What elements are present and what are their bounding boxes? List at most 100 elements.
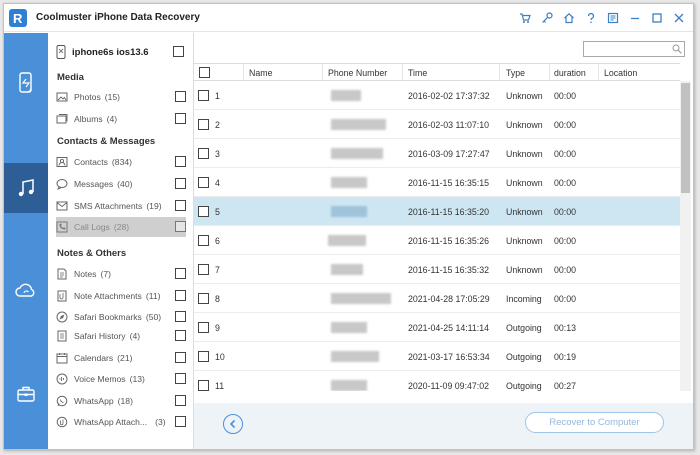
recover-to-computer-button[interactable]: Recover to Computer	[525, 412, 664, 433]
column-name[interactable]: Name	[249, 68, 272, 78]
table-row[interactable]: 4 2016-11-15 16:35:15 Unknown 00:00	[194, 168, 680, 197]
bottom-bar: Recover to Computer	[194, 403, 693, 449]
albums-icon	[56, 113, 68, 125]
table-row[interactable]: 6 2016-11-15 16:35:26 Unknown 00:00	[194, 226, 680, 255]
sidebar-item-notes[interactable]: Notes (7)	[56, 264, 186, 284]
help-icon[interactable]	[583, 10, 599, 26]
column-location[interactable]: Location	[604, 68, 637, 78]
close-icon[interactable]	[671, 10, 687, 26]
sidebar-item-albums[interactable]: Albums (4)	[56, 109, 186, 129]
row-checkbox[interactable]	[198, 206, 209, 217]
sidebar-item-call-logs[interactable]: Call Logs (28)	[56, 217, 186, 237]
call-log-table: 1 2016-02-02 17:37:32 Unknown 00:00 2 20…	[194, 81, 680, 391]
messages-checkbox[interactable]	[175, 178, 186, 189]
search-input[interactable]	[583, 41, 685, 57]
section-title-media: Media	[57, 72, 84, 83]
table-row[interactable]: 11 2020-11-09 09:47:02 Outgoing 00:27	[194, 371, 680, 391]
calendars-icon	[56, 352, 68, 364]
contacts-icon	[56, 156, 68, 168]
chevron-left-icon	[229, 419, 236, 429]
table-row[interactable]: 8 2021-04-28 17:05:29 Incoming 00:00	[194, 284, 680, 313]
device-header[interactable]: iphone6s ios13.6	[56, 43, 188, 61]
column-time[interactable]: Time	[408, 68, 427, 78]
call-logs-checkbox[interactable]	[175, 221, 186, 232]
table-scrollbar[interactable]	[680, 81, 691, 391]
voice-memos-checkbox[interactable]	[175, 373, 186, 384]
table-row-selected[interactable]: 5 2016-11-15 16:35:20 Unknown 00:00	[194, 197, 680, 226]
whatsapp-attachments-checkbox[interactable]	[175, 416, 186, 427]
redacted-phone-number	[331, 177, 367, 188]
sidebar-item-calendars[interactable]: Calendars (21)	[56, 348, 186, 368]
column-phone-number[interactable]: Phone Number	[328, 68, 387, 78]
voice-memos-icon	[56, 373, 68, 385]
whatsapp-checkbox[interactable]	[175, 395, 186, 406]
row-checkbox[interactable]	[198, 351, 209, 362]
contacts-checkbox[interactable]	[175, 156, 186, 167]
sidebar-item-messages[interactable]: Messages (40)	[56, 174, 186, 194]
toolbox-icon[interactable]	[4, 369, 48, 419]
row-checkbox[interactable]	[198, 380, 209, 391]
redacted-phone-number	[331, 206, 367, 217]
notes-icon	[56, 268, 68, 280]
left-navigation	[4, 33, 48, 449]
sidebar-item-safari-bookmarks[interactable]: Safari Bookmarks (50)	[56, 307, 186, 327]
music-itunes-icon[interactable]	[4, 163, 48, 213]
sidebar-item-voice-memos[interactable]: Voice Memos (13)	[56, 369, 186, 389]
select-all-checkbox[interactable]	[199, 67, 210, 78]
table-row[interactable]: 3 2016-03-09 17:27:47 Unknown 00:00	[194, 139, 680, 168]
home-icon[interactable]	[561, 10, 577, 26]
sidebar-item-contacts[interactable]: Contacts (834)	[56, 152, 186, 172]
section-title-contacts-messages: Contacts & Messages	[57, 136, 156, 147]
search-icon	[672, 44, 682, 54]
column-type[interactable]: Type	[506, 68, 525, 78]
note-attachments-checkbox[interactable]	[175, 290, 186, 301]
table-row[interactable]: 9 2021-04-25 14:11:14 Outgoing 00:13	[194, 313, 680, 342]
safari-history-checkbox[interactable]	[175, 330, 186, 341]
table-row[interactable]: 10 2021-03-17 16:53:34 Outgoing 00:19	[194, 342, 680, 371]
row-checkbox[interactable]	[198, 264, 209, 275]
scrollbar-thumb[interactable]	[681, 83, 690, 193]
row-checkbox[interactable]	[198, 90, 209, 101]
main-panel: Name Phone Number Time Type duration Loc…	[194, 33, 693, 449]
redacted-phone-number	[331, 119, 386, 130]
sms-attachments-checkbox[interactable]	[175, 200, 186, 211]
redacted-phone-number	[331, 322, 367, 333]
sidebar-item-whatsapp-attachments[interactable]: WhatsApp Attach... (3)	[56, 412, 186, 432]
category-sidebar: iphone6s ios13.6 Media Photos (15) Album…	[48, 33, 194, 449]
device-checkbox[interactable]	[173, 46, 184, 57]
sidebar-item-whatsapp[interactable]: WhatsApp (18)	[56, 391, 186, 411]
column-duration[interactable]: duration	[554, 68, 586, 78]
back-button[interactable]	[223, 414, 243, 434]
photos-checkbox[interactable]	[175, 91, 186, 102]
cart-icon[interactable]	[517, 10, 533, 26]
sidebar-item-photos[interactable]: Photos (15)	[56, 87, 186, 107]
row-checkbox[interactable]	[198, 119, 209, 130]
key-icon[interactable]	[539, 10, 555, 26]
maximize-icon[interactable]	[649, 10, 665, 26]
calendars-checkbox[interactable]	[175, 352, 186, 363]
albums-checkbox[interactable]	[175, 113, 186, 124]
sidebar-item-note-attachments[interactable]: Note Attachments (11)	[56, 286, 186, 306]
sidebar-item-safari-history[interactable]: Safari History (4)	[56, 326, 186, 346]
row-checkbox[interactable]	[198, 177, 209, 188]
safari-bookmarks-checkbox[interactable]	[175, 311, 186, 322]
row-checkbox[interactable]	[198, 235, 209, 246]
cloud-icon[interactable]	[4, 265, 48, 315]
row-checkbox[interactable]	[198, 322, 209, 333]
notes-checkbox[interactable]	[175, 268, 186, 279]
table-header: Name Phone Number Time Type duration Loc…	[194, 63, 680, 81]
table-row[interactable]: 2 2016-02-03 11:07:10 Unknown 00:00	[194, 110, 680, 139]
redacted-phone-number	[331, 90, 361, 101]
minimize-icon[interactable]	[627, 10, 643, 26]
redacted-phone-number	[328, 235, 366, 246]
table-row[interactable]: 1 2016-02-02 17:37:32 Unknown 00:00	[194, 81, 680, 110]
ios-device-icon[interactable]	[4, 58, 48, 108]
redacted-phone-number	[331, 293, 391, 304]
row-checkbox[interactable]	[198, 293, 209, 304]
row-checkbox[interactable]	[198, 148, 209, 159]
sidebar-item-sms-attachments[interactable]: SMS Attachments (19)	[56, 196, 186, 216]
table-row[interactable]: 7 2016-11-15 16:35:32 Unknown 00:00	[194, 255, 680, 284]
feedback-icon[interactable]	[605, 10, 621, 26]
section-title-notes-others: Notes & Others	[57, 248, 127, 259]
redacted-phone-number	[331, 380, 367, 391]
